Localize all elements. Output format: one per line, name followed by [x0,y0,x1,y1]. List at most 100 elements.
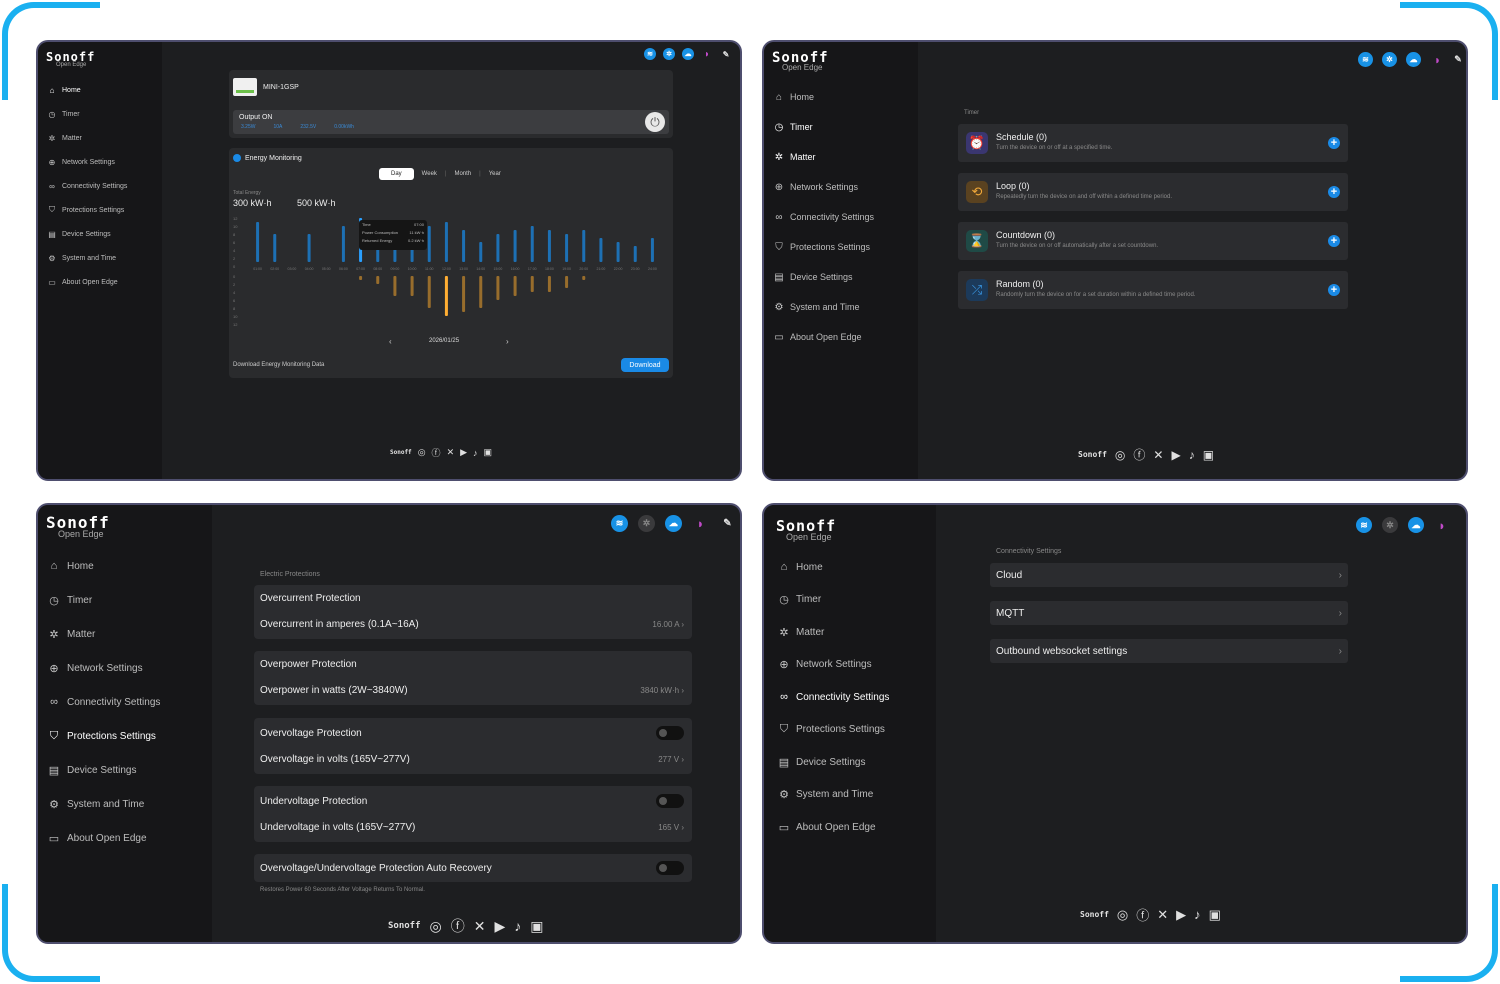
youtube-icon[interactable]: ▶ [494,918,505,935]
facebook-icon[interactable]: ⓕ [1133,446,1145,463]
sidebar-item-home[interactable]: ⌂ Home [764,551,936,584]
youtube-icon[interactable]: ▶ [1176,907,1186,923]
add-schedule-button[interactable]: + [1328,137,1340,149]
sidebar-item-about[interactable]: ▭ About Open Edge [38,270,162,294]
tab-year[interactable]: Year [481,168,509,180]
sidebar-item-matter[interactable]: ✲ Matter [764,616,936,649]
timer-card-countdown[interactable]: ⌛ Countdown (0) Turn the device on or of… [958,222,1348,260]
instagram-icon[interactable]: ◎ [418,447,426,458]
clipboard-icon[interactable]: ▣ [484,447,493,458]
x-icon[interactable]: ✕ [1157,907,1168,923]
wifi-icon[interactable]: ≋ [611,515,628,532]
matter-status-icon[interactable]: ✲ [663,48,675,60]
sidebar-item-about[interactable]: ▭ About Open Edge [38,821,212,855]
tiktok-icon[interactable]: ♪ [1189,448,1195,462]
sidebar-item-system[interactable]: ⚙ System and Time [38,246,162,270]
facebook-icon[interactable]: ⓕ [1136,905,1149,924]
tiktok-icon[interactable]: ♪ [1194,907,1201,922]
sidebar-item-connectivity[interactable]: ∞ Connectivity Settings [764,202,918,232]
sidebar-item-device[interactable]: ▤ Device Settings [38,753,212,787]
wifi-icon[interactable]: ≋ [1356,517,1372,533]
sidebar-item-home[interactable]: ⌂ Home [38,549,212,583]
add-random-button[interactable]: + [1328,284,1340,296]
wifi-icon[interactable]: ≋ [1358,52,1373,67]
tiktok-icon[interactable]: ♪ [514,918,521,934]
debug-icon[interactable]: ✎ [720,48,732,60]
sidebar-item-network[interactable]: ⊕ Network Settings [764,172,918,202]
prev-date-button[interactable]: ‹ [389,337,392,346]
sidebar-item-matter[interactable]: ✲ Matter [38,617,212,651]
cloud-icon[interactable]: ☁ [1408,517,1424,533]
debug-icon[interactable]: ✎ [719,515,736,532]
cloud-icon[interactable]: ☁ [682,48,694,60]
sidebar-item-about[interactable]: ▭ About Open Edge [764,322,918,352]
sidebar-item-home[interactable]: ⌂ Home [764,82,918,112]
sidebar-item-timer[interactable]: ◷ Timer [38,102,162,126]
sidebar-item-timer[interactable]: ◷ Timer [764,112,918,142]
sidebar-item-system[interactable]: ⚙ System and Time [764,779,936,812]
youtube-icon[interactable]: ▶ [460,447,467,458]
instagram-icon[interactable]: ◎ [1115,448,1125,462]
sidebar-item-about[interactable]: ▭ About Open Edge [764,811,936,844]
x-icon[interactable]: ✕ [447,447,455,458]
overpower-row[interactable]: Overpower in watts (2W~3840W) 3840 kW·h › [260,685,684,696]
sidebar-item-network[interactable]: ⊕ Network Settings [764,649,936,682]
rss-icon[interactable]: ◗ [692,515,709,532]
rss-icon[interactable]: ◗ [701,48,713,60]
facebook-icon[interactable]: ⓕ [432,446,441,459]
overvoltage-row[interactable]: Overvoltage in volts (165V~277V) 277 V › [260,754,684,765]
tiktok-icon[interactable]: ♪ [473,448,478,458]
clipboard-icon[interactable]: ▣ [1203,448,1214,462]
add-countdown-button[interactable]: + [1328,235,1340,247]
cloud-row[interactable]: Cloud › [990,563,1348,587]
rss-icon[interactable]: ◗ [1430,52,1445,67]
sidebar-item-timer[interactable]: ◷ Timer [38,583,212,617]
sidebar-item-system[interactable]: ⚙ System and Time [38,787,212,821]
timer-card-loop[interactable]: ⟲ Loop (0) Repeatedly turn the device on… [958,173,1348,211]
power-button[interactable]: ⏻ [645,112,665,132]
sidebar-item-system[interactable]: ⚙ System and Time [764,292,918,322]
cloud-icon[interactable]: ☁ [1406,52,1421,67]
next-date-button[interactable]: › [506,337,509,346]
auto-recovery-toggle[interactable] [656,861,684,875]
tab-day[interactable]: Day [379,168,414,180]
wifi-icon[interactable]: ≋ [644,48,656,60]
sidebar-item-device[interactable]: ▤ Device Settings [764,746,936,779]
sidebar-item-protections[interactable]: ⛉ Protections Settings [764,232,918,262]
sidebar-item-network[interactable]: ⊕ Network Settings [38,150,162,174]
sidebar-item-timer[interactable]: ◷ Timer [764,584,936,617]
matter-status-icon[interactable]: ✲ [1382,52,1397,67]
sidebar-item-home[interactable]: ⌂ Home [38,78,162,102]
rss-icon[interactable]: ◗ [1434,517,1450,533]
matter-status-icon[interactable]: ✲ [1382,517,1398,533]
tab-week[interactable]: Week [414,168,445,180]
undervoltage-toggle[interactable] [656,794,684,808]
clipboard-icon[interactable]: ▣ [530,918,543,935]
websocket-row[interactable]: Outbound websocket settings › [990,639,1348,663]
sidebar-item-connectivity[interactable]: ∞ Connectivity Settings [38,174,162,198]
timer-card-random[interactable]: ⤮ Random (0) Randomly turn the device on… [958,271,1348,309]
matter-status-icon[interactable]: ✲ [638,515,655,532]
sidebar-item-connectivity[interactable]: ∞ Connectivity Settings [764,681,936,714]
add-loop-button[interactable]: + [1328,186,1340,198]
debug-icon[interactable]: ✎ [1454,52,1462,67]
x-icon[interactable]: ✕ [474,918,486,935]
sidebar-item-device[interactable]: ▤ Device Settings [38,222,162,246]
mqtt-row[interactable]: MQTT › [990,601,1348,625]
sidebar-item-connectivity[interactable]: ∞ Connectivity Settings [38,685,212,719]
instagram-icon[interactable]: ◎ [430,918,442,935]
x-icon[interactable]: ✕ [1153,448,1163,462]
youtube-icon[interactable]: ▶ [1171,448,1180,462]
sidebar-item-matter[interactable]: ✲ Matter [764,142,918,172]
tab-month[interactable]: Month [446,168,479,180]
sidebar-item-protections[interactable]: ⛉ Protections Settings [38,198,162,222]
clipboard-icon[interactable]: ▣ [1209,907,1221,923]
facebook-icon[interactable]: ⓕ [451,916,465,936]
sidebar-item-network[interactable]: ⊕ Network Settings [38,651,212,685]
overvoltage-toggle[interactable] [656,726,684,740]
instagram-icon[interactable]: ◎ [1117,907,1128,923]
timer-card-schedule[interactable]: ⏰ Schedule (0) Turn the device on or off… [958,124,1348,162]
download-button[interactable]: Download [621,358,669,372]
sidebar-item-protections[interactable]: ⛉ Protections Settings [764,714,936,747]
overcurrent-row[interactable]: Overcurrent in amperes (0.1A~16A) 16.00 A… [260,619,684,630]
